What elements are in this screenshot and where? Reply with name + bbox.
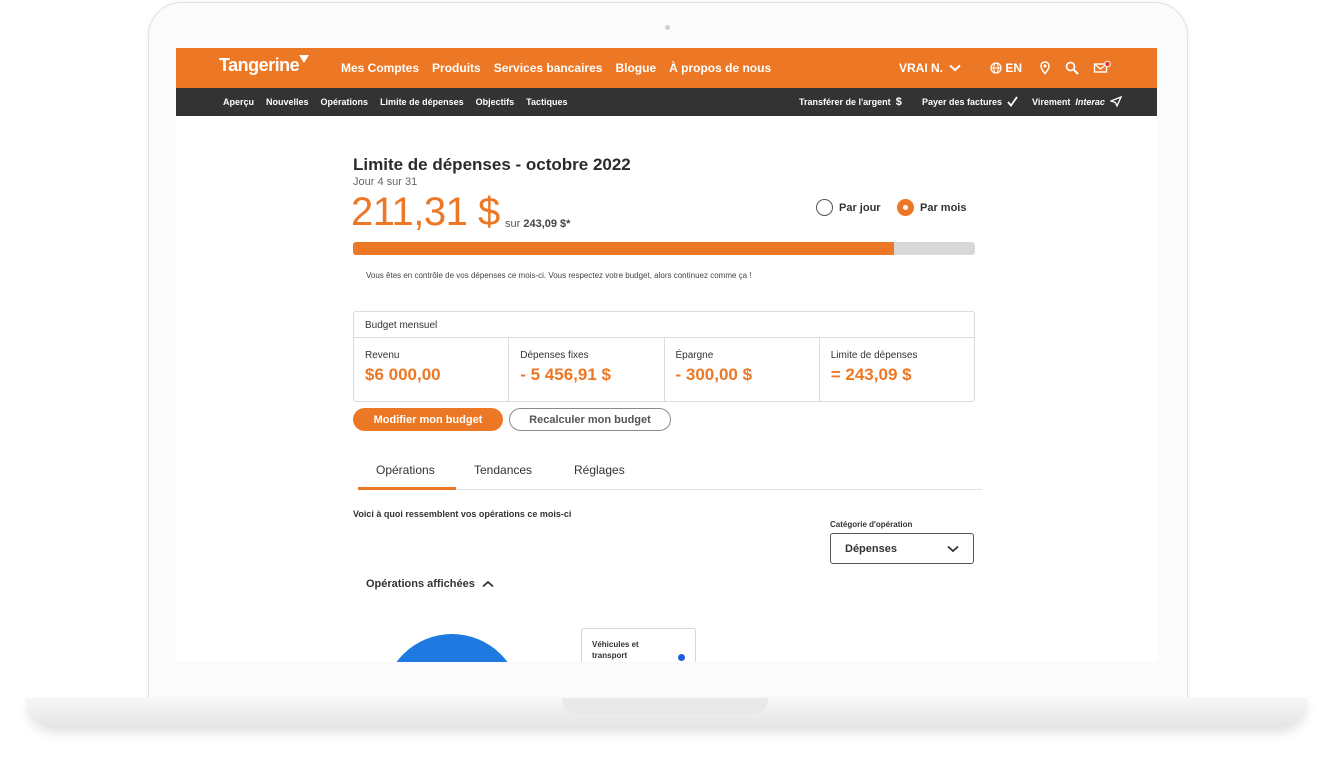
budget-heading: Budget mensuel: [354, 312, 974, 338]
legend-card[interactable]: Véhicules et transport: [581, 628, 696, 662]
progress-fill: [353, 242, 894, 255]
interac-brand: Interac: [1075, 96, 1105, 107]
secondary-nav: Aperçu Nouvelles Opérations Limite de dé…: [223, 97, 567, 107]
subnav-nouvelles[interactable]: Nouvelles: [266, 97, 309, 107]
radio-circle-selected: [897, 199, 914, 216]
globe-icon: [990, 62, 1002, 74]
total-prefix: sur: [505, 218, 521, 230]
total-value: 243,09 $*: [523, 218, 571, 230]
top-nav-bar: Tangerine Mes Comptes Produits Services …: [176, 48, 1157, 88]
radio-label: Par jour: [839, 201, 881, 214]
remaining-amount: 211,31 $: [351, 190, 500, 234]
nav-blogue[interactable]: Blogue: [615, 61, 656, 75]
tab-tendances[interactable]: Tendances: [474, 463, 532, 477]
search-icon[interactable]: [1064, 60, 1080, 76]
transfer-money-link[interactable]: Transférer de l'argent $: [799, 96, 902, 108]
category-select[interactable]: Dépenses: [830, 533, 974, 564]
subnav-limite-depenses[interactable]: Limite de dépenses: [380, 97, 464, 107]
user-name: VRAI N.: [899, 61, 944, 75]
interac-transfer-link[interactable]: Virement Interac: [1032, 96, 1122, 107]
nav-services-bancaires[interactable]: Services bancaires: [494, 61, 603, 75]
budget-value: - 5 456,91 $: [520, 365, 611, 384]
total-limit: sur 243,09 $*: [505, 218, 570, 230]
tab-operations[interactable]: Opérations: [376, 463, 435, 477]
transfer-label: Transférer de l'argent: [799, 97, 891, 107]
interac-prefix: Virement: [1032, 96, 1071, 107]
nav-produits[interactable]: Produits: [432, 61, 481, 75]
chevron-down-icon: [949, 64, 962, 72]
tab-bar: Opérations Tendances Réglages: [358, 454, 982, 490]
budget-cell-epargne: Épargne - 300,00 $: [665, 338, 820, 402]
page-title: Limite de dépenses - octobre 2022: [353, 155, 631, 174]
laptop-base-notch: [562, 698, 768, 715]
subnav-operations[interactable]: Opérations: [321, 97, 369, 107]
chevron-down-icon: [947, 545, 959, 552]
budget-value: - 300,00 $: [675, 365, 753, 384]
recalculate-budget-button[interactable]: Recalculer mon budget: [509, 408, 671, 431]
radio-label: Par mois: [920, 201, 967, 214]
screen: Tangerine Mes Comptes Produits Services …: [176, 48, 1157, 662]
dollar-icon: $: [895, 96, 902, 108]
radio-par-jour[interactable]: Par jour: [816, 199, 881, 216]
operations-shown-label: Opérations affichées: [366, 578, 475, 590]
operations-shown-toggle[interactable]: Opérations affichées: [366, 578, 494, 590]
day-counter: Jour 4 sur 31: [353, 176, 418, 188]
category-label: Catégorie d'opération: [830, 520, 913, 529]
subnav-apercu[interactable]: Aperçu: [223, 97, 254, 107]
language-label: EN: [1005, 61, 1023, 75]
logo-mark-icon: [299, 55, 309, 63]
chevron-up-icon: [482, 580, 494, 588]
budget-cell-depenses-fixes: Dépenses fixes - 5 456,91 $: [509, 338, 665, 402]
location-pin-icon[interactable]: [1037, 60, 1053, 76]
budget-value: $6 000,00: [365, 365, 441, 384]
tab-reglages[interactable]: Réglages: [574, 463, 625, 477]
tangerine-logo[interactable]: Tangerine: [219, 55, 300, 76]
budget-label: Épargne: [675, 350, 714, 361]
nav-mes-comptes[interactable]: Mes Comptes: [341, 61, 419, 75]
legend-color-dot: [678, 654, 685, 661]
spending-progress-bar: [353, 242, 975, 255]
status-message: Vous êtes en contrôle de vos dépenses ce…: [366, 271, 752, 280]
pay-bills-label: Payer des factures: [922, 96, 1003, 107]
secondary-nav-bar: Aperçu Nouvelles Opérations Limite de dé…: [176, 88, 1157, 116]
radio-circle: [816, 199, 833, 216]
category-value: Dépenses: [845, 542, 897, 555]
send-icon: [1109, 96, 1122, 107]
budget-cell-revenu: Revenu $6 000,00: [354, 338, 510, 402]
budget-label: Dépenses fixes: [520, 350, 589, 361]
main-nav: Mes Comptes Produits Services bancaires …: [341, 61, 771, 75]
subnav-tactiques[interactable]: Tactiques: [526, 97, 567, 107]
radio-par-mois[interactable]: Par mois: [897, 199, 966, 216]
active-tab-indicator: [358, 487, 456, 490]
operations-intro: Voici à quoi ressemblent vos opérations …: [353, 509, 572, 519]
category-pie-chart: [383, 634, 521, 662]
subnav-objectifs[interactable]: Objectifs: [476, 97, 515, 107]
edit-budget-button[interactable]: Modifier mon budget: [353, 408, 503, 431]
budget-value: = 243,09 $: [830, 365, 912, 384]
budget-label: Revenu: [365, 350, 400, 361]
nav-a-propos[interactable]: À propos de nous: [669, 61, 771, 75]
user-menu[interactable]: VRAI N.: [899, 61, 962, 75]
budget-label: Limite de dépenses: [830, 350, 918, 361]
mail-icon[interactable]: [1093, 60, 1111, 76]
monthly-budget-card: Budget mensuel Revenu $6 000,00 Dépenses…: [353, 311, 975, 402]
language-toggle[interactable]: EN: [990, 61, 1022, 75]
pay-bills-link[interactable]: Payer des factures: [922, 96, 1018, 107]
checkmark-icon: [1007, 96, 1018, 107]
legend-label: Véhicules et transport: [592, 640, 639, 660]
webcam: [665, 25, 670, 30]
budget-cell-limite: Limite de dépenses = 243,09 $: [820, 338, 974, 402]
